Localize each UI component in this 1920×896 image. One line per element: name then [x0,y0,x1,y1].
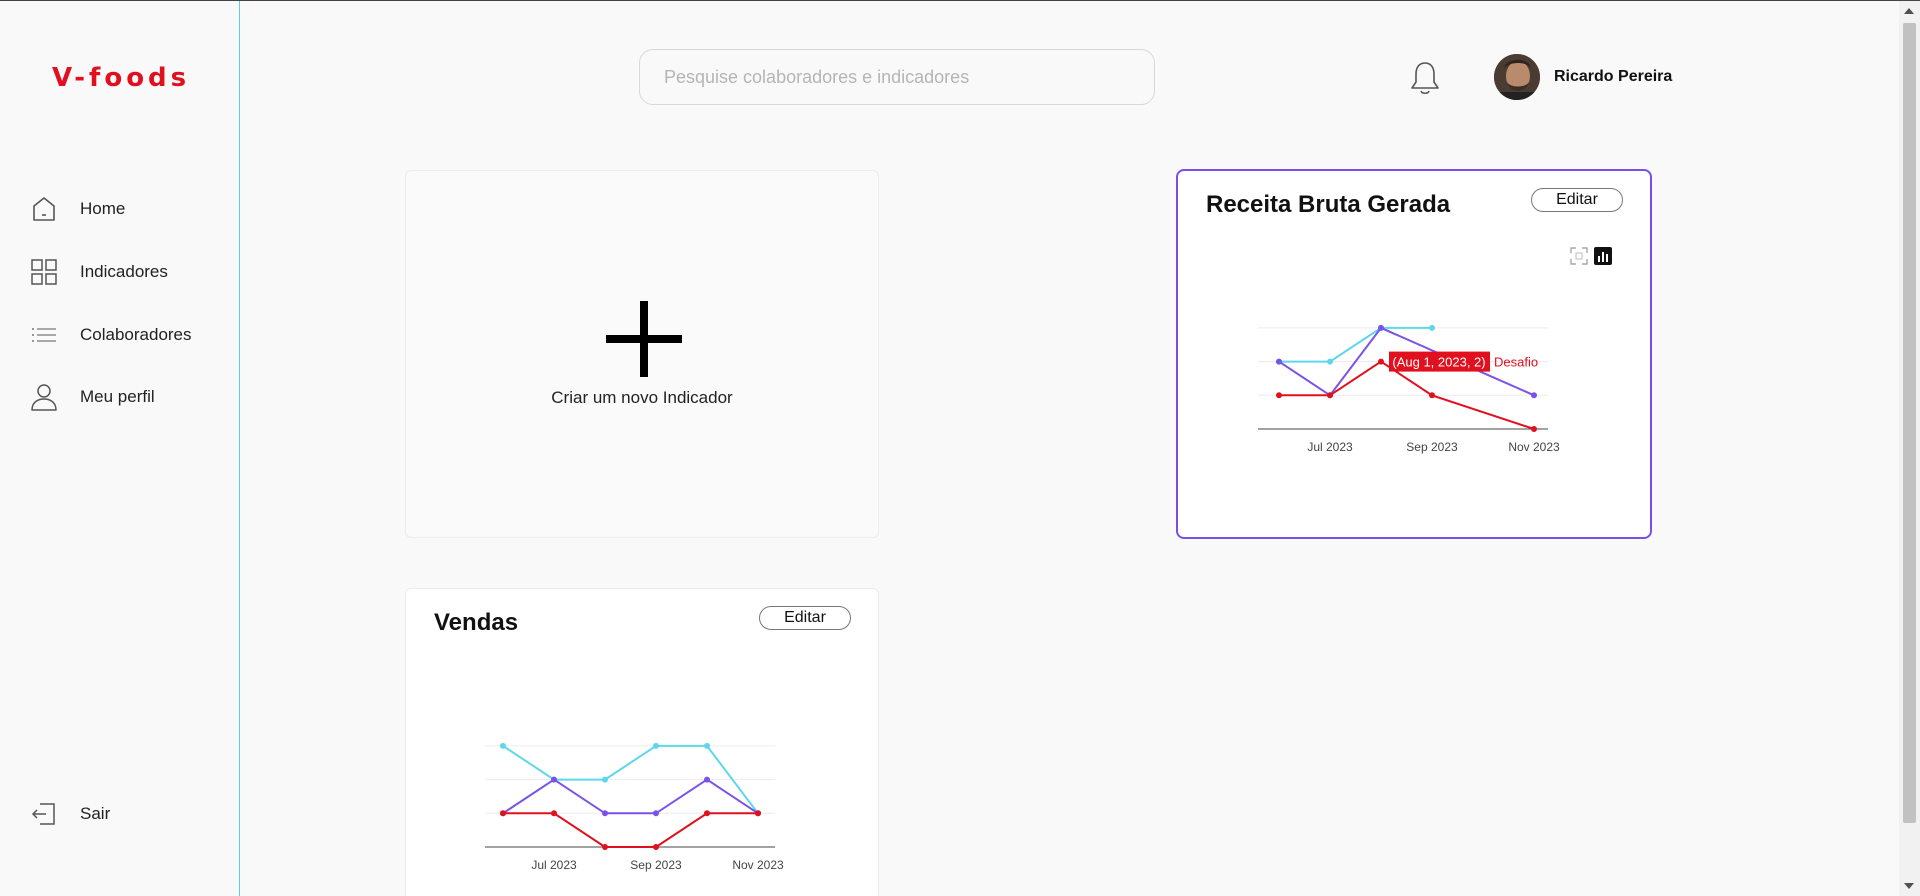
data-point[interactable] [1378,324,1384,331]
x-tick-label: Jul 2023 [531,858,577,872]
x-tick-label: Sep 2023 [630,858,682,872]
window-top-border [0,0,1920,1]
x-tick-label: Jul 2023 [1307,440,1353,454]
data-point[interactable] [1531,426,1537,432]
sidebar-item-label: Indicadores [80,262,168,281]
scroll-thumb[interactable] [1903,23,1916,823]
data-point[interactable] [653,810,659,817]
sidebar-item-colaboradores[interactable]: Colaboradores [30,321,192,349]
logout-icon [30,800,58,828]
scrollbar[interactable] [1899,1,1920,896]
line-chart-vendas: Jul 2023 Sep 2023 Nov 2023 [485,742,784,872]
data-point[interactable] [653,742,659,749]
scroll-down-arrow-icon[interactable] [1904,883,1914,889]
line-chart-receita: Jul 2023 Sep 2023 Nov 2023 (Aug 1, 2023, 2)… [1258,324,1560,454]
scroll-up-arrow-icon[interactable] [1904,8,1914,14]
tooltip-series-label: Desafio [1494,355,1538,370]
notification-bell-icon[interactable] [1408,60,1442,96]
data-point[interactable] [704,742,710,749]
data-point[interactable] [1276,358,1282,365]
data-point[interactable] [500,810,506,817]
data-point[interactable] [602,776,608,783]
series-line [503,812,758,848]
data-point[interactable] [1327,358,1333,365]
avatar[interactable] [1494,54,1540,100]
sidebar-item-indicadores[interactable]: Indicadores [30,258,168,286]
brand-logo[interactable]: V-foods [52,63,190,93]
new-indicator-label: Criar um novo Indicador [551,388,733,407]
data-point[interactable] [1429,392,1435,399]
data-point[interactable] [602,844,608,850]
sidebar-item-label: Meu perfil [80,387,155,406]
user-name[interactable]: Ricardo Pereira [1554,68,1672,86]
data-point[interactable] [602,810,608,817]
sidebar-item-label: Colaboradores [80,325,192,344]
data-point[interactable] [653,844,659,850]
search-input[interactable] [639,49,1155,105]
data-point[interactable] [704,776,710,783]
data-point[interactable] [1327,392,1333,399]
data-point[interactable] [1276,392,1282,399]
data-point[interactable] [1429,324,1435,331]
x-tick-label: Sep 2023 [1406,440,1458,454]
sidebar: V-foods Home Indicadores Colaboradores M… [0,1,240,896]
x-tick-label: Nov 2023 [1508,440,1560,454]
data-point[interactable] [1531,392,1537,399]
logout-button[interactable]: Sair [30,800,110,828]
data-point[interactable] [704,810,710,817]
sidebar-item-meu-perfil[interactable]: Meu perfil [30,383,155,411]
data-point[interactable] [755,810,761,817]
user-icon [30,383,58,411]
tooltip-value: (Aug 1, 2023, 2) [1392,355,1485,370]
plus-icon [606,301,682,377]
data-point[interactable] [551,810,557,817]
indicator-card-vendas[interactable]: Vendas Editar Jul 2023 Sep 2023 Nov 2023 [405,588,879,896]
sidebar-item-label: Home [80,199,126,218]
grid-icon [30,258,58,286]
logout-label: Sair [80,804,111,823]
sidebar-item-home[interactable]: Home [30,195,125,223]
data-point[interactable] [551,776,557,783]
data-point[interactable] [1378,358,1384,365]
data-point[interactable] [500,742,506,749]
indicator-card-receita[interactable]: Receita Bruta Gerada Editar Jul 2023 Sep … [1176,169,1652,539]
home-icon [30,195,58,223]
series-line [502,778,759,815]
list-icon [30,321,58,349]
x-tick-label: Nov 2023 [732,858,784,872]
new-indicator-card[interactable]: Criar um novo Indicador [405,170,879,538]
